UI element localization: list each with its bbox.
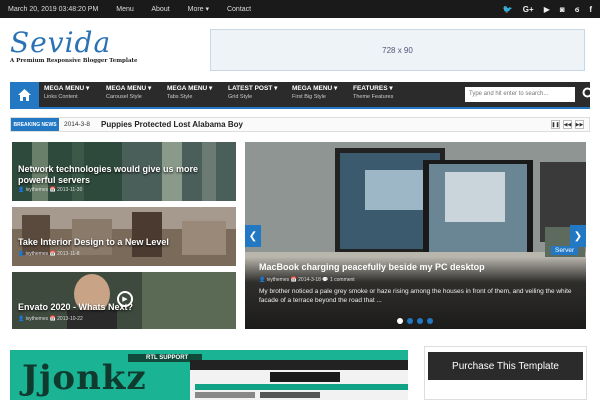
purchase-template-button[interactable]: Purchase This Template xyxy=(428,352,583,380)
nav-item-mega-menu-tabs[interactable]: MEGA MENU ▾ Tabs Style xyxy=(167,85,212,101)
main-nav: MEGA MENU ▾ Links Content MEGA MENU ▾ Ca… xyxy=(10,82,595,107)
nav-item-mega-menu-links[interactable]: MEGA MENU ▾ Links Content xyxy=(44,85,89,101)
nav-item-sub: Theme Features xyxy=(353,94,394,100)
user-icon: 👤 xyxy=(259,277,266,283)
slider-dot-4[interactable] xyxy=(427,318,433,324)
nav-item-sub: Carousel Style xyxy=(106,94,142,100)
user-icon: 👤 xyxy=(18,251,25,257)
prev-icon[interactable]: ◀◀ xyxy=(563,120,572,129)
featured-slider[interactable]: Server MacBook charging peacefully besid… xyxy=(245,142,586,329)
slider-title[interactable]: MacBook charging peacefully beside my PC… xyxy=(259,262,485,272)
post-meta: 👤 ivythemes 📅 2013-11-30 xyxy=(18,187,82,193)
top-menu-about[interactable]: About xyxy=(151,6,169,13)
breaking-news-date: 2014-3-8 xyxy=(64,121,91,128)
social-links: 🐦 G+ ▶ ◙ ϭ f xyxy=(503,0,592,18)
post-card-3[interactable]: Envato 2020 - Whats Next? ▶ 👤 ivythemes … xyxy=(12,272,236,329)
ad-banner[interactable]: 728 x 90 xyxy=(210,29,585,71)
nav-item-title: MEGA MENU ▾ xyxy=(167,85,213,92)
home-button[interactable] xyxy=(10,82,39,107)
slider-author: ivythemes xyxy=(266,277,290,283)
nav-item-sub: Links Content xyxy=(44,94,78,100)
nav-item-sub: First Big Style xyxy=(292,94,326,100)
nav-item-sub: Grid Style xyxy=(228,94,253,100)
top-bar: March 20, 2019 03:48:20 PM Menu About Mo… xyxy=(0,0,600,18)
logo-tagline: A Premium Responsive Blogger Template xyxy=(10,58,138,64)
user-icon: 👤 xyxy=(18,316,25,322)
nav-item-title: MEGA MENU ▾ xyxy=(292,85,338,92)
promo-logo: Jjonkz xyxy=(22,358,147,398)
slider-comments: 1 comment xyxy=(329,277,355,283)
slider-tag[interactable]: Server xyxy=(551,246,579,255)
slider-excerpt: My brother noticed a pale grey smoke or … xyxy=(259,288,572,304)
nav-item-title: MEGA MENU ▾ xyxy=(106,85,152,92)
post-date: 2013-11-8 xyxy=(57,251,80,257)
google-plus-icon[interactable]: G+ xyxy=(523,5,534,14)
play-icon[interactable]: ▶ xyxy=(117,291,133,307)
next-icon[interactable]: ▶▶ xyxy=(575,120,584,129)
post-meta: 👤 ivythemes 📅 2013-10-22 xyxy=(18,316,83,322)
nav-item-features[interactable]: FEATURES ▾ Theme Features xyxy=(353,85,393,101)
twitter-icon[interactable]: 🐦 xyxy=(503,5,513,14)
post-author: ivythemes xyxy=(25,251,49,257)
nav-item-mega-menu-first-big[interactable]: MEGA MENU ▾ First Big Style xyxy=(292,85,337,101)
top-menu-more[interactable]: More ▾ xyxy=(188,6,209,13)
search-input[interactable]: Type and hit enter to search... xyxy=(465,87,575,102)
home-icon xyxy=(18,88,31,101)
nav-item-mega-menu-carousel[interactable]: MEGA MENU ▾ Carousel Style xyxy=(106,85,151,101)
calendar-icon: 📅 xyxy=(290,277,297,283)
nav-underline xyxy=(10,107,590,109)
post-meta: 👤 ivythemes 📅 2013-11-8 xyxy=(18,251,80,257)
slider-date: 2014-3-18 xyxy=(298,277,321,283)
rss-icon[interactable]: ◙ xyxy=(560,5,565,14)
pause-icon[interactable]: ❚❚ xyxy=(551,120,560,129)
slider-dot-2[interactable] xyxy=(407,318,413,324)
post-author: ivythemes xyxy=(25,316,49,322)
calendar-icon: 📅 xyxy=(49,316,56,322)
nav-item-title: FEATURES ▾ xyxy=(353,85,393,92)
nav-item-sub: Tabs Style xyxy=(167,94,193,100)
promo-banner[interactable]: Jjonkz RTL SUPPORT xyxy=(10,350,408,400)
post-title[interactable]: Take Interior Design to a New Level xyxy=(18,237,169,248)
slider-dot-3[interactable] xyxy=(417,318,423,324)
top-menu-contact[interactable]: Contact xyxy=(227,6,251,13)
youtube-icon[interactable]: ▶ xyxy=(544,5,550,14)
site-logo[interactable]: Sevida A Premium Responsive Blogger Temp… xyxy=(10,28,150,72)
nav-item-latest-post[interactable]: LATEST POST ▾ Grid Style xyxy=(228,85,277,101)
post-date: 2013-10-22 xyxy=(57,316,83,322)
slider-dot-1[interactable] xyxy=(397,318,403,324)
lastfm-icon[interactable]: ϭ xyxy=(575,5,580,14)
date-time: March 20, 2019 03:48:20 PM xyxy=(8,5,99,13)
user-icon: 👤 xyxy=(18,187,25,193)
post-card-1[interactable]: Network technologies would give us more … xyxy=(12,142,236,201)
ad-size-label: 728 x 90 xyxy=(382,45,413,55)
logo-name: Sevida xyxy=(10,26,112,59)
breaking-news-label: BREAKING NEWS xyxy=(11,118,59,131)
post-date: 2013-11-30 xyxy=(57,187,83,193)
comment-icon: 💬 xyxy=(322,277,329,283)
post-title[interactable]: Network technologies would give us more … xyxy=(18,164,232,186)
post-title[interactable]: Envato 2020 - Whats Next? xyxy=(18,302,133,313)
search-icon[interactable] xyxy=(582,86,595,102)
slider-meta: 👤 ivythemes 📅 2014-3-18 💬 1 comment xyxy=(259,277,355,283)
nav-item-title: LATEST POST ▾ xyxy=(228,85,278,92)
post-author: ivythemes xyxy=(25,187,49,193)
slider-prev-button[interactable]: ❮ xyxy=(245,225,261,247)
calendar-icon: 📅 xyxy=(49,251,56,257)
post-card-2[interactable]: Take Interior Design to a New Level 👤 iv… xyxy=(12,207,236,266)
top-menu-menu[interactable]: Menu xyxy=(116,6,134,13)
calendar-icon: 📅 xyxy=(49,187,56,193)
breaking-news-bar: BREAKING NEWS 2014-3-8 Puppies Protected… xyxy=(10,117,590,132)
slider-next-button[interactable]: ❯ xyxy=(570,225,586,247)
promo-screenshot xyxy=(190,360,408,400)
facebook-icon[interactable]: f xyxy=(589,5,592,14)
nav-item-title: MEGA MENU ▾ xyxy=(44,85,90,92)
breaking-news-headline[interactable]: Puppies Protected Lost Alabama Boy xyxy=(101,120,243,129)
